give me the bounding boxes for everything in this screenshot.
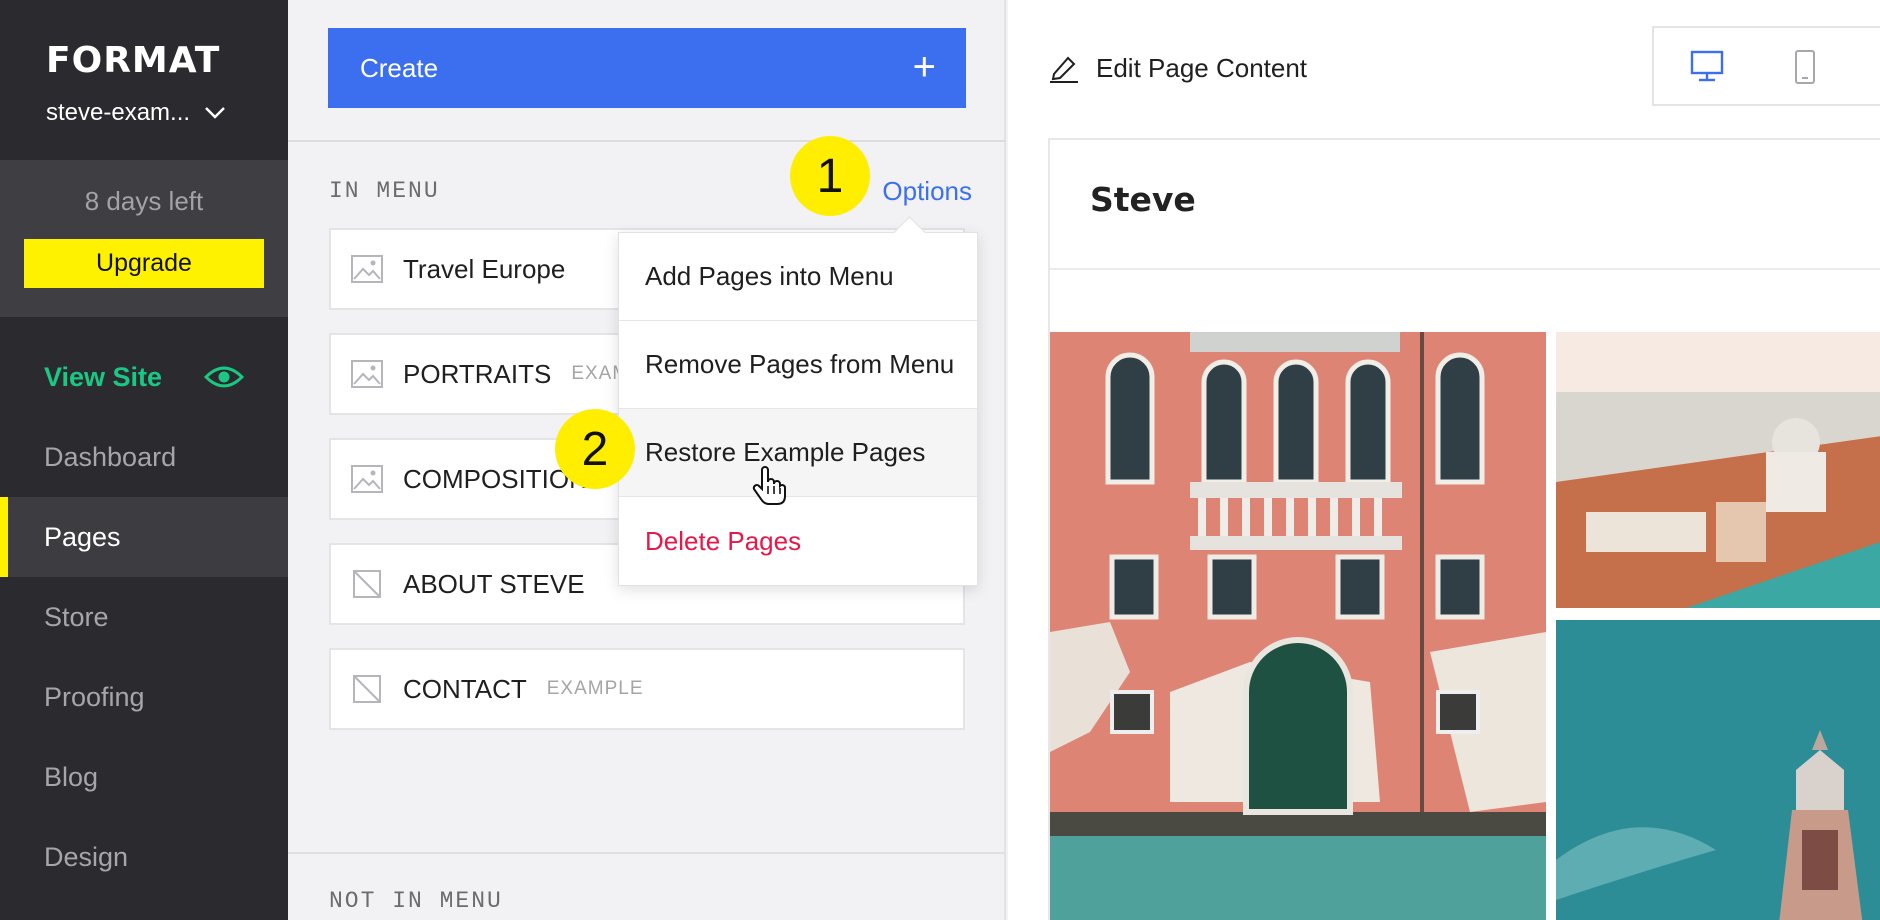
sidebar-item-label: Dashboard: [44, 441, 177, 472]
in-menu-heading: IN MENU: [329, 178, 440, 204]
page-title: ABOUT STEVE: [403, 568, 585, 599]
sidebar-item-pages[interactable]: Pages: [0, 497, 288, 577]
gallery-image-venice-building[interactable]: [1050, 332, 1546, 920]
gallery-page-icon: [351, 255, 383, 283]
trial-box: 8 days left Upgrade: [0, 160, 288, 317]
not-in-menu-heading: NOT IN MENU: [329, 888, 503, 914]
page-title: PORTRAITS: [403, 358, 552, 389]
text-page-icon: [353, 675, 381, 703]
step-badge-1: 1: [790, 136, 870, 216]
sidebar-item-store[interactable]: Store: [0, 577, 288, 657]
step-badge-2: 2: [555, 409, 635, 489]
gallery-page-icon: [351, 465, 383, 493]
edit-page-content-label: Edit Page Content: [1096, 52, 1308, 83]
sidebar-item-blog[interactable]: Blog: [0, 737, 288, 817]
eye-icon: [204, 366, 244, 388]
pencil-icon: [1050, 56, 1078, 83]
page-title: CONTACT: [403, 673, 527, 704]
trial-days-left: 8 days left: [84, 186, 204, 216]
sidebar-item-label: Proofing: [44, 681, 145, 712]
create-button[interactable]: Create +: [328, 28, 966, 108]
device-toggle: [1652, 26, 1880, 106]
sidebar-item-proofing[interactable]: Proofing: [0, 657, 288, 737]
gallery-image-venice-aerial[interactable]: [1556, 332, 1880, 608]
upgrade-button[interactable]: Upgrade: [24, 239, 264, 288]
sidebar-item-label: Blog: [44, 761, 99, 792]
hand-cursor-icon: [752, 466, 786, 505]
sidebar-nav: View Site Dashboard Pages Store Proofing…: [0, 317, 288, 897]
text-page-icon: [353, 570, 381, 598]
options-menu: Add Pages into Menu Remove Pages from Me…: [618, 232, 978, 586]
view-site-label: View Site: [44, 361, 163, 392]
brand-area: FORMAT steve-exam...: [0, 0, 288, 160]
example-tag: EXAMPLE: [546, 678, 644, 699]
menu-item-restore-example-pages[interactable]: Restore Example Pages: [619, 409, 977, 497]
page-title: Travel Europe: [403, 253, 566, 284]
chevron-down-icon: [205, 107, 225, 119]
site-preview: Steve: [1048, 138, 1880, 920]
menu-item-add-pages[interactable]: Add Pages into Menu: [619, 233, 977, 321]
create-label: Create: [360, 52, 439, 83]
gallery-image-campanile[interactable]: [1556, 620, 1880, 920]
desktop-view-icon[interactable]: [1690, 50, 1724, 82]
sidebar-item-dashboard[interactable]: Dashboard: [0, 417, 288, 497]
view-site-link[interactable]: View Site: [0, 337, 288, 417]
plus-icon: +: [912, 45, 936, 89]
divider: [1050, 268, 1880, 270]
edit-page-content-button[interactable]: Edit Page Content: [1048, 52, 1307, 84]
sidebar-item-label: Design: [44, 841, 129, 872]
divider: [288, 140, 1006, 142]
sidebar-item-label: Pages: [44, 521, 121, 552]
account-name: steve-exam...: [46, 99, 191, 126]
format-logo: FORMAT: [46, 40, 221, 81]
account-switcher[interactable]: steve-exam...: [46, 99, 288, 127]
options-link[interactable]: Options: [882, 176, 972, 207]
sidebar-item-label: Store: [44, 601, 109, 632]
menu-item-delete-pages[interactable]: Delete Pages: [619, 497, 977, 585]
preview-panel: Edit Page Content Steve: [1008, 0, 1880, 920]
menu-item-remove-pages[interactable]: Remove Pages from Menu: [619, 321, 977, 409]
gallery-page-icon: [351, 360, 383, 388]
sidebar: FORMAT steve-exam... 8 days left Upgrade…: [0, 0, 288, 920]
sidebar-item-design[interactable]: Design: [0, 817, 288, 897]
site-title: Steve: [1090, 180, 1196, 219]
mobile-view-icon[interactable]: [1794, 50, 1816, 84]
page-row-contact[interactable]: CONTACT EXAMPLE: [329, 648, 965, 730]
divider: [288, 852, 1006, 854]
